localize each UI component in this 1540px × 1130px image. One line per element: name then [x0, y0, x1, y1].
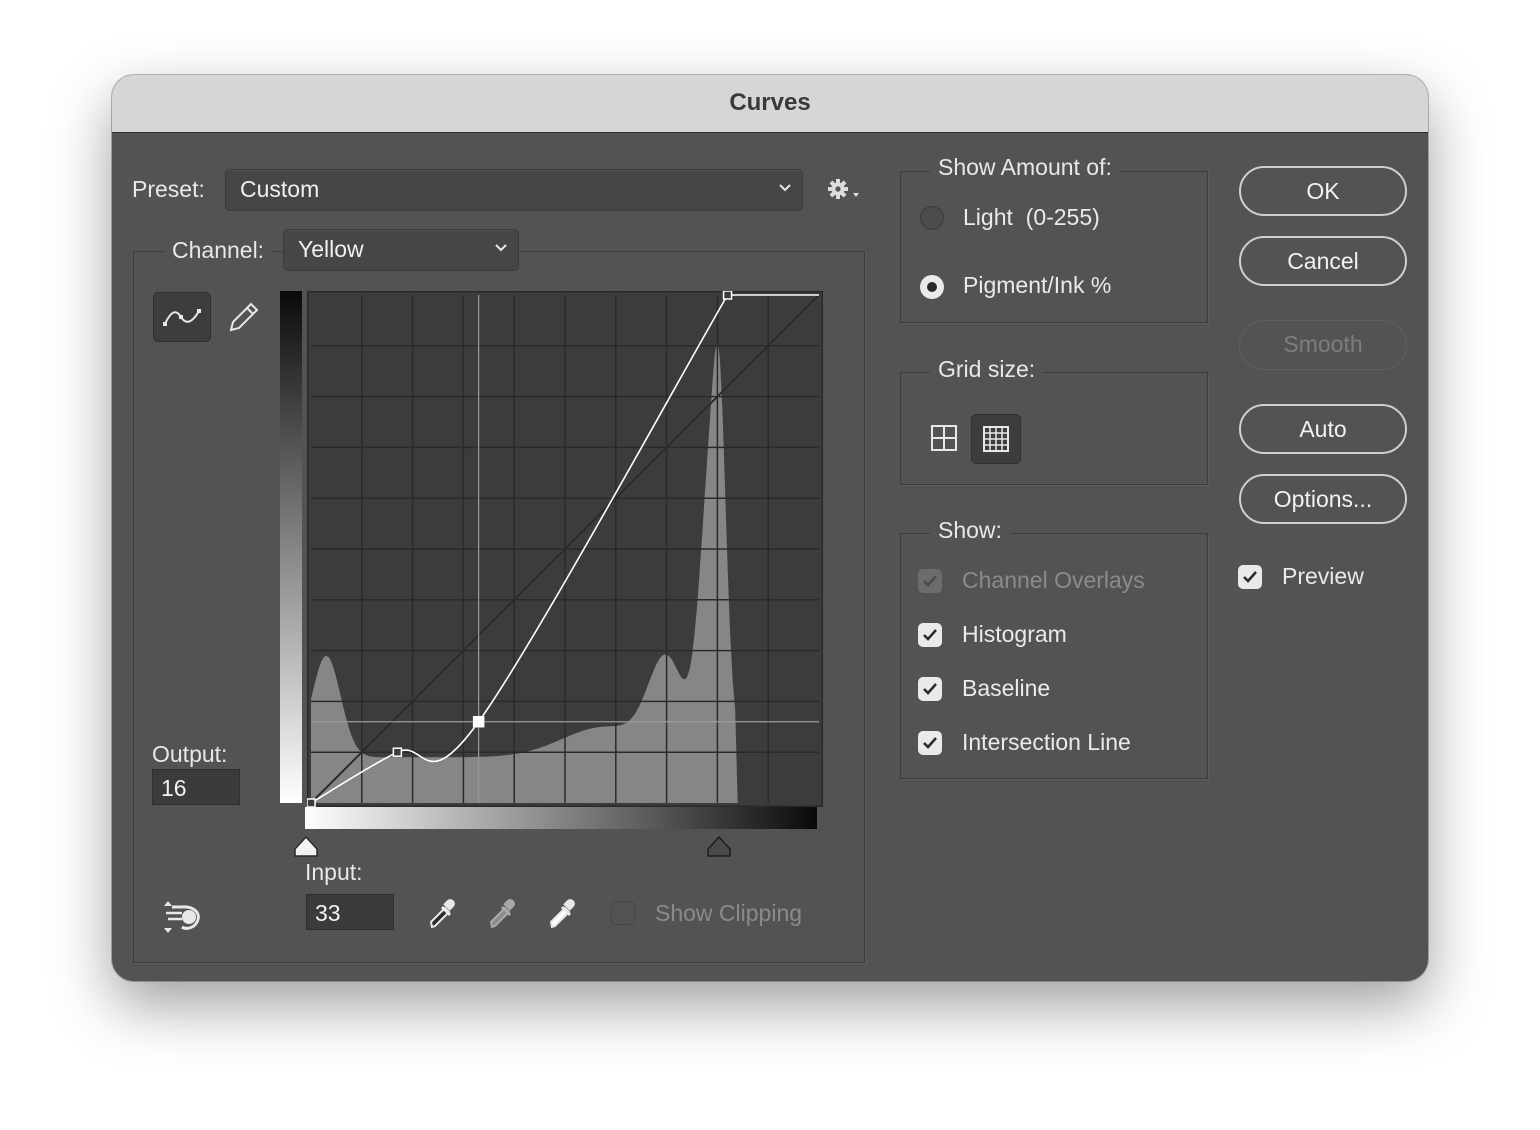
pigment-radio[interactable]	[920, 275, 944, 299]
simple-grid-icon	[931, 425, 957, 451]
show-amount-group	[900, 171, 1208, 323]
output-label: Output:	[152, 741, 228, 767]
curve-control-point[interactable]	[392, 747, 403, 757]
channel-dropdown[interactable]: Yellow	[283, 229, 519, 271]
curve-tool-icon	[163, 309, 201, 326]
title-bar[interactable]: Curves	[112, 75, 1428, 133]
checkmark-icon	[923, 575, 937, 587]
intersection-line-checkbox[interactable]	[918, 731, 942, 755]
output-field[interactable]: 16	[152, 769, 240, 805]
pigment-radio-label: Pigment/Ink %	[963, 272, 1112, 298]
ok-button[interactable]: OK	[1239, 166, 1407, 216]
detailed-grid-button[interactable]	[971, 414, 1021, 464]
black-point-slider[interactable]	[706, 833, 732, 859]
channel-value: Yellow	[298, 236, 364, 262]
checkmark-icon	[1243, 571, 1257, 583]
preview-checkbox[interactable]	[1238, 565, 1262, 589]
channel-overlays-label: Channel Overlays	[962, 567, 1145, 593]
white-point-slider[interactable]	[293, 833, 319, 859]
histogram-label: Histogram	[962, 621, 1067, 647]
checkmark-icon	[923, 683, 937, 695]
preset-dropdown[interactable]: Custom	[225, 169, 803, 211]
chevron-down-icon	[495, 244, 507, 252]
chevron-down-icon	[779, 184, 791, 192]
preset-value: Custom	[240, 176, 320, 202]
show-amount-legend: Show Amount of:	[930, 154, 1120, 181]
preset-label: Preset:	[132, 176, 205, 202]
gear-icon[interactable]	[826, 176, 862, 204]
curve-control-point[interactable]	[722, 291, 733, 300]
black-point-eyedropper-icon[interactable]	[426, 895, 462, 931]
target-adjustment-icon[interactable]	[160, 897, 204, 937]
curve-control-point[interactable]	[307, 798, 316, 807]
curves-graph[interactable]	[307, 291, 823, 807]
histogram-checkbox[interactable]	[918, 623, 942, 647]
detailed-grid-icon	[983, 426, 1009, 452]
input-gradient-bar	[305, 807, 817, 829]
simple-grid-button[interactable]	[920, 414, 968, 462]
pencil-icon	[229, 302, 259, 332]
input-label: Input:	[305, 859, 363, 885]
input-field[interactable]: 33	[306, 894, 394, 930]
options-button[interactable]: Options...	[1239, 474, 1407, 524]
baseline-label: Baseline	[962, 675, 1051, 701]
smooth-button[interactable]: Smooth	[1239, 320, 1407, 370]
show-clipping-label: Show Clipping	[655, 900, 803, 926]
checkmark-icon	[923, 629, 937, 641]
gray-point-eyedropper-icon[interactable]	[486, 895, 522, 931]
pencil-tool-button[interactable]	[217, 292, 273, 340]
window-title: Curves	[729, 89, 811, 116]
white-point-eyedropper-icon[interactable]	[546, 895, 582, 931]
light-radio-label: Light (0-255)	[963, 204, 1100, 230]
grid-size-legend: Grid size:	[930, 356, 1044, 383]
output-gradient-bar	[280, 291, 302, 803]
checkmark-icon	[923, 737, 937, 749]
show-clipping-checkbox[interactable]	[611, 901, 635, 925]
channel-label: Channel:	[164, 237, 273, 264]
preview-label: Preview	[1282, 563, 1364, 589]
curve-control-point[interactable]	[472, 715, 485, 728]
channel-overlays-checkbox[interactable]	[918, 569, 942, 593]
cancel-button[interactable]: Cancel	[1239, 236, 1407, 286]
baseline-checkbox[interactable]	[918, 677, 942, 701]
curves-dialog: Curves Preset: Custom Channel: Yellow Ou…	[112, 75, 1428, 981]
light-radio[interactable]	[920, 206, 944, 230]
auto-button[interactable]: Auto	[1239, 404, 1407, 454]
intersection-line-label: Intersection Line	[962, 729, 1131, 755]
show-legend: Show:	[930, 517, 1010, 544]
curve-tool-button[interactable]	[153, 292, 211, 342]
